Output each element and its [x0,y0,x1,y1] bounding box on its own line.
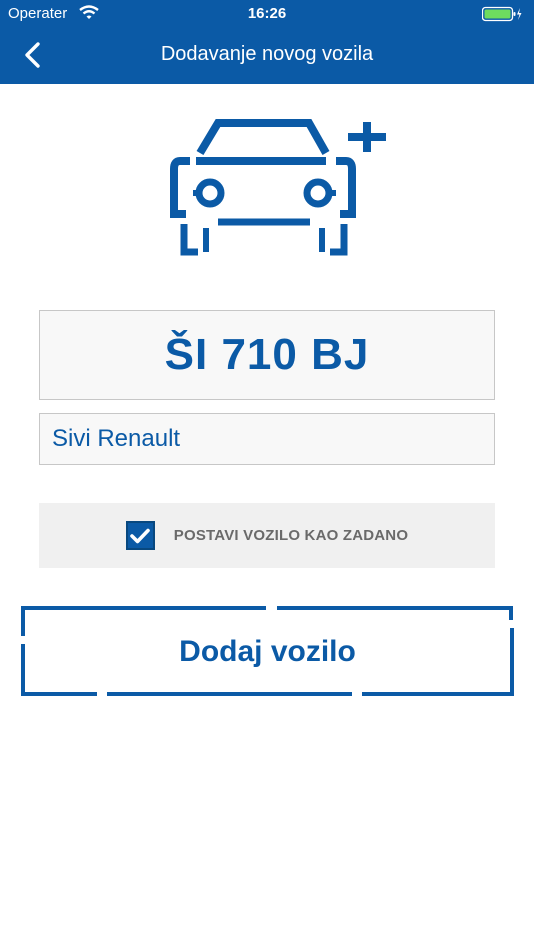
add-vehicle-button[interactable]: Dodaj vozilo [21,606,514,698]
page-title: Dodavanje novog vozila [160,43,374,65]
status-time: 16:26 [247,5,287,22]
car-plus-icon [166,114,400,264]
status-bar: Operater 16:26 [0,0,534,28]
default-checkbox-label: POSTAVI VOZILO KAO ZADANO [173,527,409,544]
license-plate-value: ŠI 710 BJ [164,330,370,379]
vehicle-name-input[interactable] [39,413,495,465]
set-default-toggle[interactable]: POSTAVI VOZILO KAO ZADANO [39,503,495,568]
checkmark-icon [130,528,151,543]
default-checkbox[interactable] [125,521,155,550]
navigation-bar: Dodavanje novog vozila [0,28,534,84]
license-plate-field[interactable]: ŠI 710 BJ [39,310,495,400]
add-vehicle-label: Dodaj vozilo [179,635,356,668]
battery-icon [481,6,522,26]
